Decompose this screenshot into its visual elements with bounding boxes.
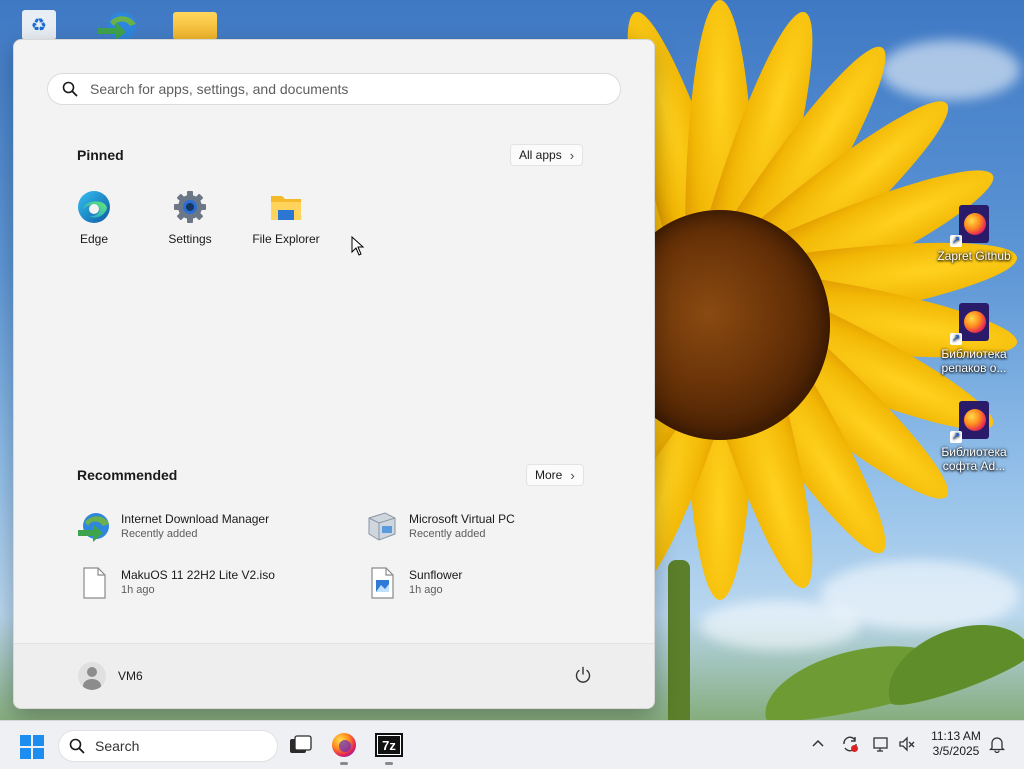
chevron-right-icon: › bbox=[570, 467, 575, 483]
network-icon[interactable] bbox=[872, 735, 890, 753]
svg-text:7z: 7z bbox=[382, 738, 396, 753]
file-icon bbox=[77, 566, 111, 600]
start-search-box[interactable] bbox=[47, 73, 621, 105]
all-apps-label: All apps bbox=[519, 148, 562, 162]
folder-icon bbox=[269, 190, 303, 224]
taskbar-search[interactable]: Search bbox=[58, 730, 278, 762]
idm-icon bbox=[77, 510, 111, 544]
search-icon bbox=[62, 81, 78, 97]
desktop-shortcut-label: Библиотека репаков о... bbox=[941, 347, 1007, 375]
recommended-item-name: Sunflower bbox=[409, 568, 463, 582]
start-menu-footer: VM6 bbox=[14, 643, 654, 708]
pinned-app-label: File Explorer bbox=[252, 232, 320, 246]
desktop-shortcut-repacks[interactable]: ↗ Библиотека репаков о... bbox=[934, 303, 1014, 375]
recommended-item-time: 1h ago bbox=[121, 584, 155, 596]
sync-icon[interactable] bbox=[841, 735, 859, 753]
recommended-item-sunflower[interactable]: Sunflower 1h ago bbox=[365, 566, 625, 600]
image-file-icon bbox=[365, 566, 399, 600]
volume-muted-icon[interactable] bbox=[898, 735, 916, 753]
desktop-shortcut-zapret[interactable]: ↗ Zapret Github bbox=[934, 205, 1014, 263]
avatar bbox=[78, 662, 106, 690]
seven-zip-icon: 7z bbox=[375, 733, 403, 757]
more-button[interactable]: More › bbox=[526, 464, 584, 486]
all-apps-button[interactable]: All apps › bbox=[510, 144, 584, 166]
user-account-button[interactable]: VM6 bbox=[78, 662, 143, 690]
clock-date: 3/5/2025 bbox=[932, 744, 980, 758]
taskbar-search-label: Search bbox=[95, 738, 140, 754]
start-button[interactable] bbox=[20, 735, 44, 759]
chevron-right-icon: › bbox=[569, 147, 575, 163]
virtual-pc-icon bbox=[365, 510, 399, 544]
firefox-icon bbox=[332, 733, 356, 757]
clock-time: 11:13 AM bbox=[931, 729, 981, 743]
recommended-item-time: Recently added bbox=[409, 528, 486, 540]
pinned-app-settings[interactable]: Settings bbox=[142, 190, 238, 246]
recommended-item-idm[interactable]: Internet Download Manager Recently added bbox=[77, 510, 337, 544]
folder-desktop-icon[interactable] bbox=[173, 12, 217, 40]
idm-desktop-icon[interactable] bbox=[96, 8, 140, 40]
start-menu: Pinned All apps › Edge bbox=[13, 39, 655, 709]
taskbar-clock[interactable]: 11:13 AM 3/5/2025 bbox=[922, 729, 990, 759]
search-icon bbox=[69, 738, 85, 754]
pinned-app-label: Settings bbox=[168, 232, 212, 246]
mouse-cursor-icon bbox=[351, 236, 365, 256]
desktop-shortcut-label: Библиотека софта Ad... bbox=[941, 445, 1007, 473]
recommended-item-iso[interactable]: MakuOS 11 22H2 Lite V2.iso 1h ago bbox=[77, 566, 337, 600]
notification-bell-icon[interactable] bbox=[988, 735, 1006, 753]
running-indicator bbox=[340, 762, 348, 765]
recommended-item-name: MakuOS 11 22H2 Lite V2.iso bbox=[121, 568, 275, 582]
pinned-title: Pinned bbox=[77, 147, 124, 163]
pinned-app-edge[interactable]: Edge bbox=[46, 190, 142, 246]
recycle-bin-icon[interactable]: ♻ bbox=[22, 10, 56, 40]
taskbar: Search 7z 11:13 AM 3/5/2025 bbox=[0, 720, 1024, 769]
pinned-app-file-explorer[interactable]: File Explorer bbox=[238, 190, 334, 246]
recommended-item-time: Recently added bbox=[121, 528, 198, 540]
start-search-input[interactable] bbox=[88, 80, 572, 98]
user-name: VM6 bbox=[118, 669, 143, 683]
power-icon[interactable] bbox=[574, 666, 592, 684]
edge-icon bbox=[77, 190, 111, 224]
chevron-up-icon[interactable] bbox=[809, 735, 827, 753]
task-view-icon bbox=[290, 735, 312, 753]
more-label: More bbox=[535, 468, 563, 482]
recommended-title: Recommended bbox=[77, 467, 178, 483]
recommended-item-name: Internet Download Manager bbox=[121, 512, 270, 526]
desktop-shortcut-software[interactable]: ↗ Библиотека софта Ad... bbox=[934, 401, 1014, 473]
desktop-shortcut-label: Zapret Github bbox=[937, 249, 1011, 263]
pinned-app-label: Edge bbox=[79, 232, 109, 246]
recommended-item-name: Microsoft Virtual PC bbox=[409, 512, 515, 526]
running-indicator bbox=[385, 762, 393, 765]
taskbar-app-firefox[interactable] bbox=[330, 731, 358, 765]
recommended-item-time: 1h ago bbox=[409, 584, 443, 596]
gear-icon bbox=[173, 190, 207, 224]
taskbar-app-7zip[interactable]: 7z bbox=[375, 731, 403, 765]
task-view-button[interactable] bbox=[286, 731, 314, 759]
recommended-item-virtual-pc[interactable]: Microsoft Virtual PC Recently added bbox=[365, 510, 625, 544]
